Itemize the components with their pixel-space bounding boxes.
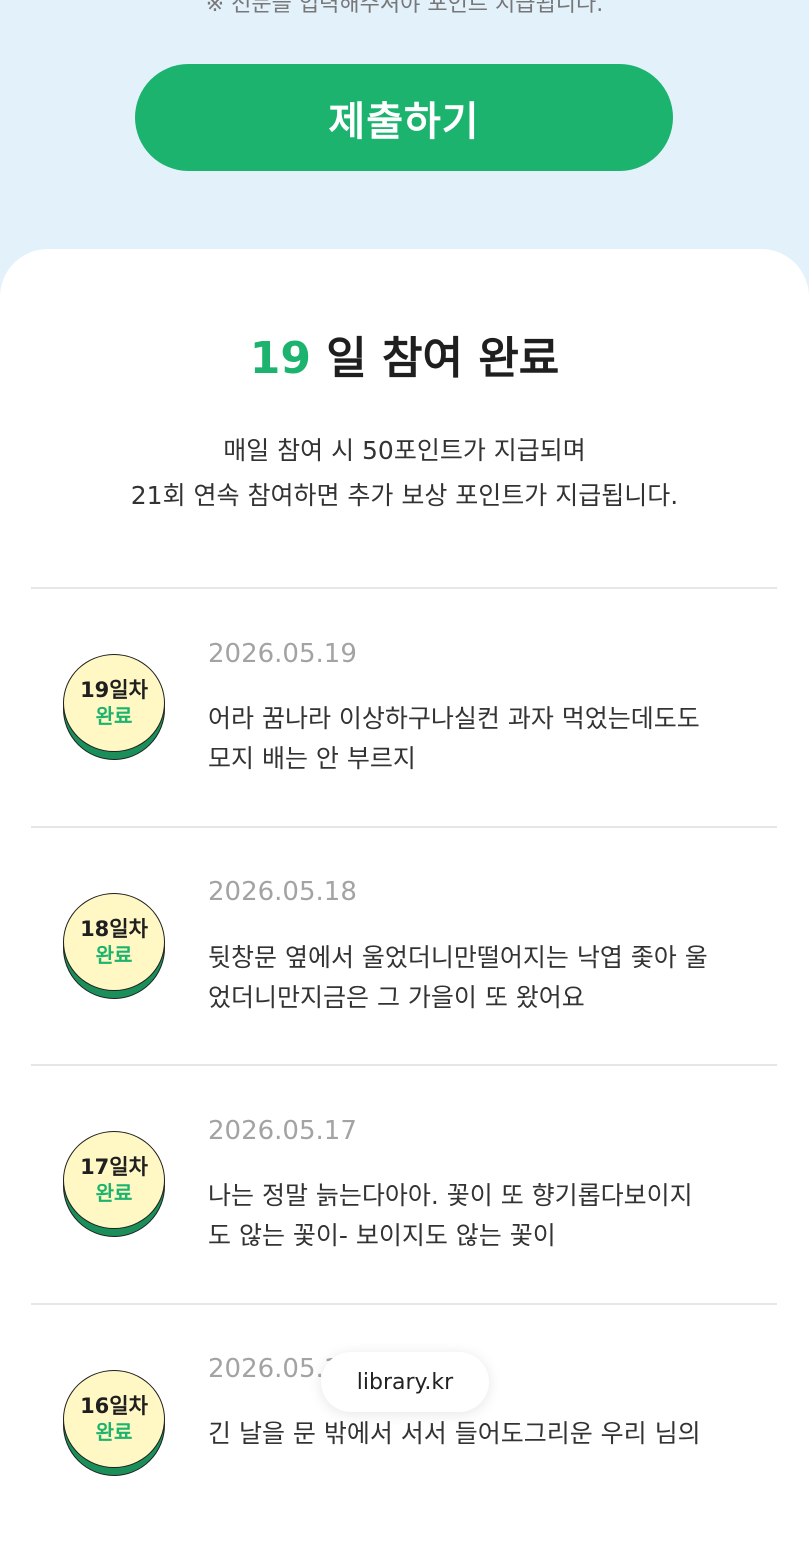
description-line-1: 매일 참여 시 50포인트가 지급되며 [223,436,586,465]
badge-day: 19일차 [80,678,148,702]
entry-text: 긴 날을 문 밖에서 서서 들어도그리운 우리 님의 [208,1414,768,1454]
attendance-heading: 19 일 참여 완료 [0,322,809,386]
badge-day: 18일차 [80,917,148,941]
day-badge: 18일차 완료 [63,893,167,999]
entry-text: 어라 꿈나라 이상하구나실컨 과자 먹었는데도도 모지 배는 안 부르지 [208,699,768,779]
entry-text-line: 모지 배는 안 부르지 [208,744,416,773]
entry-text-line: 나는 정말 늙는다아아. 꽃이 또 향기롭다보이지 [208,1181,693,1210]
divider [31,826,777,828]
url-pill[interactable]: library.kr [321,1352,489,1412]
submit-button[interactable]: 제출하기 [135,64,673,171]
entry-date: 2026.05.19 [208,639,357,669]
day-badge: 17일차 완료 [63,1131,167,1237]
entry-date: 2026.05.17 [208,1116,357,1146]
badge-status: 완료 [95,943,133,967]
attendance-heading-suffix: 일 참여 완료 [310,333,560,384]
entry-text: 뒷창문 옆에서 울었더니만떨어지는 낙엽 좇아 울 었더니만지금은 그 가을이 … [208,938,768,1018]
divider [31,587,777,589]
notice-text: ※ 전문을 입력해주셔야 포인트 지급됩니다. [205,0,604,17]
entry-date: 2026.05.18 [208,877,357,907]
day-badge: 16일차 완료 [63,1370,167,1476]
badge-status: 완료 [95,704,133,728]
description-line-2: 21회 연속 참여하면 추가 보상 포인트가 지급됩니다. [130,481,679,510]
day-badge: 19일차 완료 [63,654,167,760]
divider [31,1064,777,1066]
badge-status: 완료 [95,1181,133,1205]
badge-day: 16일차 [80,1394,148,1418]
entry-text-line: 긴 날을 문 밖에서 서서 들어도그리운 우리 님의 [208,1419,701,1448]
entry-text-line: 뒷창문 옆에서 울었더니만떨어지는 낙엽 좇아 울 [208,943,708,972]
entry-text: 나는 정말 늙는다아아. 꽃이 또 향기롭다보이지 도 않는 꽃이- 보이지도 … [208,1176,768,1256]
badge-face: 19일차 완료 [63,654,165,752]
attendance-description: 매일 참여 시 50포인트가 지급되며 21회 연속 참여하면 추가 보상 포인… [0,428,809,518]
entry-text-line: 었더니만지금은 그 가을이 또 왔어요 [208,983,585,1012]
badge-day: 17일차 [80,1155,148,1179]
badge-face: 18일차 완료 [63,893,165,991]
badge-face: 16일차 완료 [63,1370,165,1468]
badge-face: 17일차 완료 [63,1131,165,1229]
entry-text-line: 도 않는 꽃이- 보이지도 않는 꽃이 [208,1221,556,1250]
badge-status: 완료 [95,1420,133,1444]
entry-text-line: 어라 꿈나라 이상하구나실컨 과자 먹었는데도도 [208,704,700,733]
divider [31,1303,777,1305]
attendance-days: 19 [249,333,311,384]
